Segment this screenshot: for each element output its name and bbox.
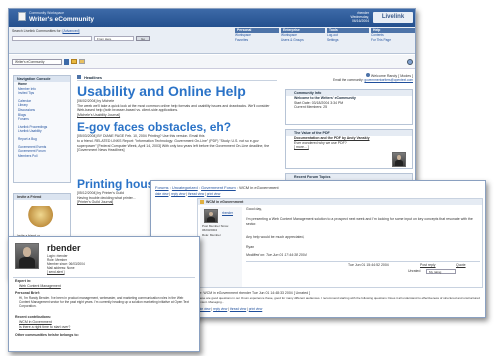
- post-title: WCM in eGovernment: [206, 200, 244, 204]
- article-body-1: The week we'll take a quick look at the …: [77, 103, 270, 113]
- thread-view-link[interactable]: thread view: [188, 192, 204, 196]
- navigation-console: Navigation Console Home Member Info Invi…: [13, 75, 71, 183]
- article-title-2[interactable]: E-gov faces obstacles, eh?: [77, 120, 277, 134]
- menu-help[interactable]: Help Contents For This Page: [371, 28, 415, 42]
- post-thanks: Any help would be much appreciated,: [246, 235, 305, 239]
- footer-print-view[interactable]: print view: [249, 307, 262, 311]
- post-author-panel: rbender Post Member Since: 06/03/2004 Ro…: [200, 207, 242, 287]
- search-scope-select[interactable]: From Here: [94, 36, 134, 41]
- headlines-section: Headlines Usability and Online Help [06/…: [77, 75, 277, 153]
- email-link[interactable]: governmentwriters@opentext.com: [364, 78, 413, 82]
- post-reply-link[interactable]: Post reply: [420, 263, 436, 268]
- pdf-heading[interactable]: Documentation and the PDF by Andy Vanski…: [286, 136, 376, 141]
- invite-illustration: [28, 206, 56, 228]
- menu-help-page[interactable]: For This Page: [371, 38, 415, 43]
- pdf-box: The Value of the PDF Documentation and t…: [285, 129, 413, 169]
- toolbar: Writer's eCommunity: [9, 55, 415, 69]
- app-title: Writer's eCommunity: [29, 16, 94, 23]
- rating-select[interactable]: My rating: [426, 269, 456, 274]
- menu-personal[interactable]: Personal Workspace Favorites: [235, 28, 279, 42]
- header-breadcrumb[interactable]: Community Workspace: [29, 11, 64, 15]
- article-title-3[interactable]: Printing houses a: [77, 177, 178, 191]
- expert-value[interactable]: Web Content Management: [19, 284, 61, 289]
- post-modified: Modified on: Tue Jun 01 17:44:38 2004: [246, 253, 307, 257]
- expert-label: Expert in:: [15, 279, 32, 283]
- print-view-link[interactable]: print view: [207, 192, 220, 196]
- forum-footer-toolbar: date view | reply view | thread view | p…: [197, 307, 263, 311]
- edit-icon[interactable]: [79, 59, 85, 64]
- reply-view-link[interactable]: reply view: [171, 192, 185, 196]
- contrib-item-1[interactable]: WCM in Government: [19, 320, 52, 325]
- article-body-2: to a friend. RELATED LINKS Report: "Info…: [77, 138, 270, 153]
- contrib-label: Recent contributions:: [15, 315, 52, 319]
- personal-value: Hi, I'm Randy Bender. I've been in produ…: [19, 296, 189, 309]
- community-select[interactable]: Writer's eCommunity: [12, 59, 62, 65]
- profile-window: rbender Login: rbender Role: Member Memb…: [8, 236, 200, 352]
- advanced-search-link[interactable]: [Advanced]: [63, 29, 80, 33]
- user-date: Wednesday, 06/16/2004: [350, 15, 369, 23]
- menu-enterprise[interactable]: Enterprise Workspace Users & Groups: [281, 28, 325, 42]
- pdf-more[interactable]: [ more... ]: [286, 145, 412, 150]
- quote-link[interactable]: Quote: [456, 263, 466, 268]
- crumb-current: WCM in eGovernment: [239, 185, 279, 190]
- search-input[interactable]: [12, 36, 92, 41]
- search-label: Search Livelink Communities for:: [12, 29, 62, 33]
- menu-tools-settings[interactable]: Settings: [327, 38, 369, 43]
- welcome-area: Welcome Randy [ Modes ] Email the commun…: [287, 73, 413, 82]
- footer-thread-view[interactable]: thread view: [230, 307, 246, 311]
- post-author-avatar: [204, 209, 218, 223]
- refresh-icon[interactable]: [407, 59, 413, 65]
- post-author-link[interactable]: rbender: [222, 211, 233, 215]
- post-body: I'm presenting a Web Content Management …: [246, 217, 473, 226]
- post-date: Tue Jun 01 15:44:52 2004: [348, 263, 389, 267]
- workspace-logo-icon: [18, 12, 26, 21]
- menu-enterprise-users[interactable]: Users & Groups: [281, 38, 325, 43]
- welcome-icon: [365, 73, 370, 77]
- post-panel: WCM in eGovernment rbender Post Member S…: [197, 198, 483, 288]
- search-go-button[interactable]: Go: [136, 36, 150, 41]
- menu-personal-favorites[interactable]: Favorites: [235, 38, 279, 43]
- contrib-item-2[interactable]: Is there a right time to start over?: [19, 325, 70, 330]
- crumb-forums[interactable]: Forums: [155, 185, 169, 190]
- post-signature: Ryan: [246, 245, 255, 249]
- post-unrated: Unrated: [408, 269, 421, 273]
- forum-view-toolbar: date view | reply view | thread view | p…: [155, 192, 221, 196]
- go-arrow-icon[interactable]: [64, 59, 69, 65]
- crumb-uncategorized[interactable]: Uncategorized: [172, 185, 198, 190]
- other-communities-label: Other communities he/she belongs to:: [15, 333, 79, 337]
- article-more-1[interactable]: [Michele's Usability Journal]: [77, 113, 277, 118]
- post-icon: [200, 200, 204, 204]
- profile-name: rbender: [47, 243, 81, 253]
- article-more-3[interactable]: [Printer's Guild Journal]: [77, 200, 157, 205]
- invite-title: Invite a Friend: [14, 194, 70, 200]
- brand-logo: Livelink: [373, 12, 413, 23]
- post-author-meta: Post Member Since: 06/03/2004: [202, 224, 230, 232]
- member-count: Current Members: 25: [294, 105, 328, 110]
- date-view-link[interactable]: date view: [155, 192, 168, 196]
- forum-breadcrumb: Forums : Uncategorized : Government Foru…: [155, 185, 279, 190]
- reply-body: These are good questions in our Ovum exp…: [197, 296, 480, 304]
- personal-label: Personal Brief:: [15, 291, 40, 295]
- post-author-role: Role: Member: [202, 233, 221, 237]
- folder-icon[interactable]: [71, 59, 77, 64]
- email-label: Email the community:: [333, 78, 364, 82]
- article-title-1[interactable]: Usability and Online Help: [77, 83, 277, 99]
- menu-tools[interactable]: Tools Log-out Settings: [327, 28, 369, 42]
- forum-window: Forums : Uncategorized : Government Foru…: [150, 180, 486, 318]
- headlines-icon: [77, 75, 81, 79]
- community-info-box: Community Info Welcome to the Writers' e…: [285, 89, 413, 125]
- footer-reply-view[interactable]: reply view: [213, 307, 227, 311]
- post-greeting: Good day,: [246, 207, 262, 211]
- search-bar: Search Livelink Communities for: [Advanc…: [9, 27, 415, 54]
- author-photo: [392, 152, 406, 167]
- article-3: Printing houses a [05/12/2004] by Printe…: [77, 177, 178, 205]
- crumb-gov-forum[interactable]: Government Forum: [201, 185, 236, 190]
- profile-avatar: [15, 243, 39, 269]
- reply-meta[interactable]: Re: WCM in eGovernment rbender Tue Jun 0…: [197, 291, 483, 296]
- send-alert-link[interactable]: [ send alert ]: [47, 270, 65, 274]
- headlines-title: Headlines: [84, 76, 102, 80]
- app-header: Community Workspace Writer's eCommunity …: [9, 9, 415, 27]
- nav-members-poll[interactable]: Members Poll: [14, 154, 70, 159]
